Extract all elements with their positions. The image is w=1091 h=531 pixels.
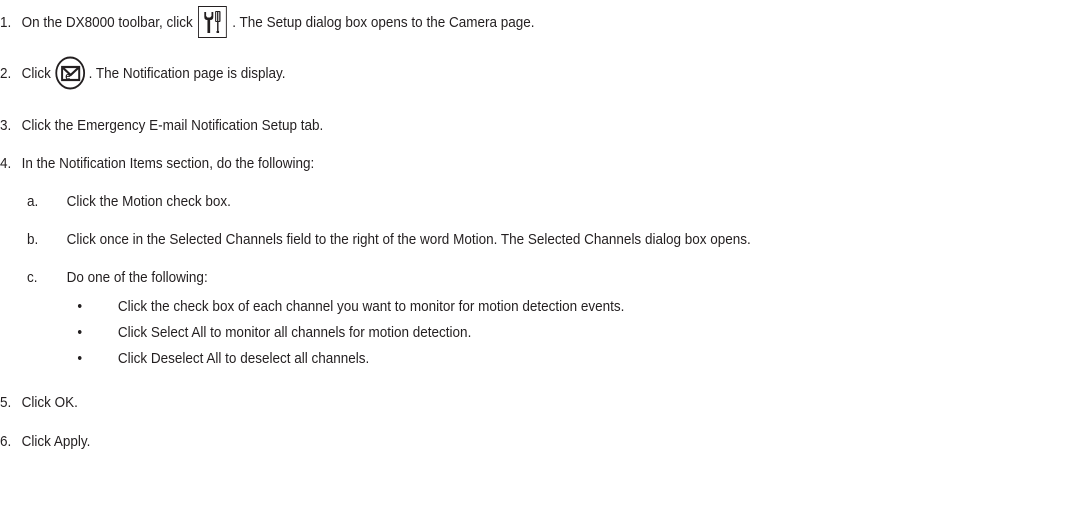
bullet-item: • Click Select All to monitor all channe…: [0, 322, 471, 342]
substep-letter: a.: [27, 192, 39, 210]
bullet-glyph: •: [77, 323, 83, 341]
bullet-glyph: •: [77, 297, 83, 315]
step-number: 4.: [0, 154, 12, 172]
step-text: Click the Emergency E-mail Notification …: [21, 116, 324, 134]
step-1: 1. On the DX8000 toolbar, click . The Se…: [0, 6, 535, 38]
step-2: 2. Click e . The Notification page is di…: [0, 56, 286, 90]
substep-b: b. Click once in the Selected Channels f…: [0, 229, 751, 249]
bullet-text: Click Deselect All to deselect all chann…: [117, 349, 370, 367]
step-3: 3. Click the Emergency E-mail Notificati…: [0, 115, 323, 135]
step-text: Click OK.: [21, 393, 78, 411]
bullet-text: Click Select All to monitor all channels…: [117, 323, 472, 341]
setup-wrench-screwdriver-icon: [198, 6, 227, 38]
substep-letter: c.: [27, 268, 38, 286]
step-6: 6. Click Apply.: [0, 431, 90, 451]
bullet-item: • Click the check box of each channel yo…: [0, 296, 624, 316]
notification-email-icon: e: [54, 56, 85, 90]
substep-text: Do one of the following:: [66, 268, 208, 286]
bullet-text: Click the check box of each channel you …: [117, 297, 625, 315]
step-text: On the DX8000 toolbar, click: [21, 13, 193, 31]
bullet-glyph: •: [77, 349, 83, 367]
substep-text: Click once in the Selected Channels fiel…: [66, 230, 751, 248]
substep-c: c. Do one of the following:: [0, 267, 208, 287]
step-text: Click: [21, 64, 51, 82]
step-5: 5. Click OK.: [0, 392, 78, 412]
bullet-item: • Click Deselect All to deselect all cha…: [0, 348, 369, 368]
step-4: 4. In the Notification Items section, do…: [0, 153, 314, 173]
svg-text:e: e: [65, 71, 70, 83]
step-number: 5.: [0, 393, 12, 411]
substep-a: a. Click the Motion check box.: [0, 191, 231, 211]
substep-letter: b.: [27, 230, 39, 248]
step-text: . The Notification page is display.: [88, 64, 286, 82]
step-text: In the Notification Items section, do th…: [21, 154, 315, 172]
step-number: 2.: [0, 64, 12, 82]
step-number: 6.: [0, 432, 12, 450]
step-text: . The Setup dialog box opens to the Came…: [232, 13, 535, 31]
step-number: 1.: [0, 13, 12, 31]
substep-text: Click the Motion check box.: [66, 192, 231, 210]
instruction-document: 1. On the DX8000 toolbar, click . The Se…: [0, 0, 1091, 531]
step-number: 3.: [0, 116, 12, 134]
step-text: Click Apply.: [21, 432, 91, 450]
